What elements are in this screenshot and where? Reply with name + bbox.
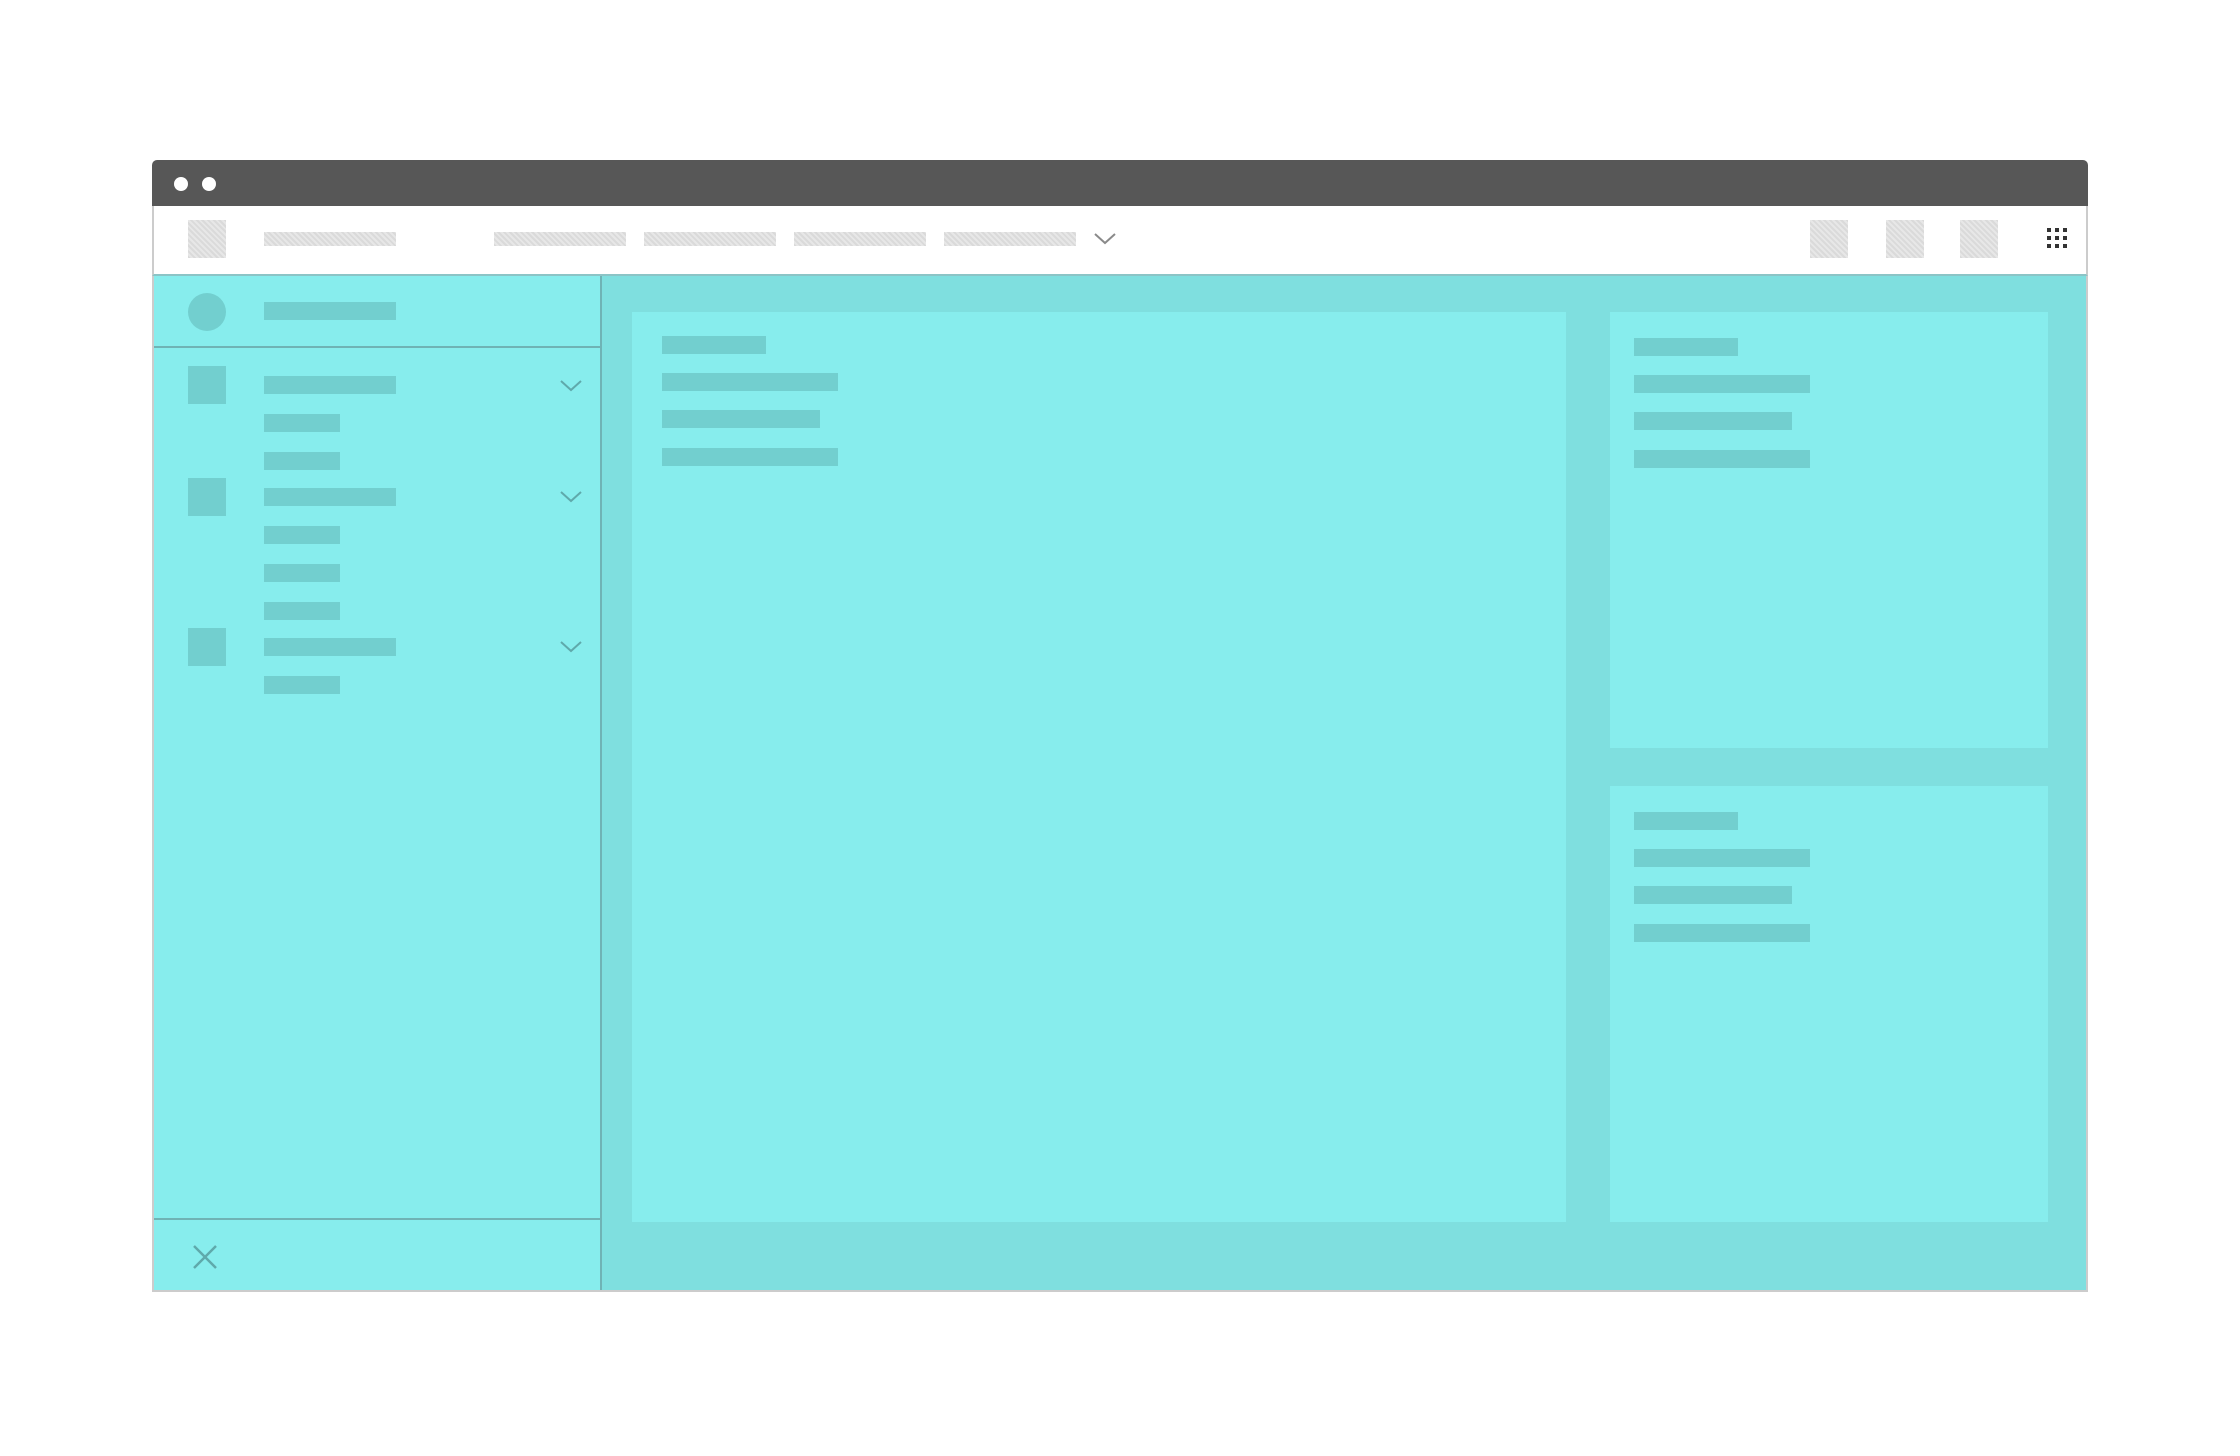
sidebar-subitem[interactable]	[264, 564, 340, 582]
grid-dots-icon[interactable]	[2047, 228, 2071, 252]
sidebar-group-label[interactable]	[264, 376, 396, 394]
sidebar-user-header[interactable]	[154, 276, 600, 348]
app-title-placeholder	[264, 232, 396, 246]
nav-item[interactable]	[944, 232, 1076, 246]
main-content-panel	[632, 312, 1566, 1222]
nav-item[interactable]	[494, 232, 626, 246]
content-line	[1634, 412, 1792, 430]
nav-item[interactable]	[644, 232, 776, 246]
content-line	[1634, 886, 1792, 904]
sidebar-footer	[154, 1218, 600, 1292]
content-line	[1634, 338, 1738, 356]
content-line	[1634, 849, 1810, 867]
right-panel-top	[1610, 312, 2048, 748]
square-icon	[188, 628, 226, 666]
window-titlebar	[152, 160, 2088, 206]
square-icon	[188, 478, 226, 516]
sidebar-subitem[interactable]	[264, 452, 340, 470]
sidebar-subitem[interactable]	[264, 526, 340, 544]
chevron-down-icon[interactable]	[1094, 233, 1116, 245]
sidebar	[154, 276, 602, 1290]
placeholder-icon[interactable]	[1810, 220, 1848, 258]
chevron-down-icon[interactable]	[560, 380, 582, 392]
chevron-down-icon[interactable]	[560, 491, 582, 503]
close-icon[interactable]	[192, 1244, 218, 1270]
sidebar-subitem[interactable]	[264, 602, 340, 620]
sidebar-group-label[interactable]	[264, 488, 396, 506]
content-line	[662, 373, 838, 391]
placeholder-icon[interactable]	[1886, 220, 1924, 258]
placeholder-icon[interactable]	[1960, 220, 1998, 258]
window-control-dot[interactable]	[174, 177, 188, 191]
user-name-placeholder	[264, 302, 396, 320]
content-line	[1634, 375, 1810, 393]
sidebar-group-label[interactable]	[264, 638, 396, 656]
content-line	[662, 336, 766, 354]
avatar-icon[interactable]	[188, 293, 226, 331]
right-panel-bottom	[1610, 786, 2048, 1222]
app-body	[152, 276, 2088, 1292]
sidebar-subitem[interactable]	[264, 676, 340, 694]
browser-window	[152, 160, 2088, 1292]
nav-item[interactable]	[794, 232, 926, 246]
sidebar-subitem[interactable]	[264, 414, 340, 432]
logo-placeholder-icon[interactable]	[188, 220, 226, 258]
content-line	[662, 410, 820, 428]
content-line	[1634, 812, 1738, 830]
content-line	[662, 448, 838, 466]
top-navigation-bar	[152, 206, 2088, 276]
content-line	[1634, 450, 1810, 468]
square-icon	[188, 366, 226, 404]
chevron-down-icon[interactable]	[560, 641, 582, 653]
window-control-dot[interactable]	[202, 177, 216, 191]
content-line	[1634, 924, 1810, 942]
